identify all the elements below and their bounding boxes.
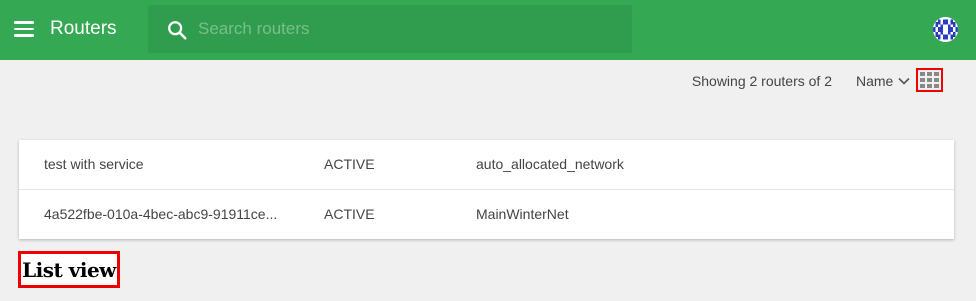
page-title: Routers — [50, 18, 117, 39]
view-caption: List view — [18, 251, 120, 288]
router-list: test with service ACTIVE auto_allocated_… — [19, 140, 954, 239]
chevron-down-icon — [898, 77, 910, 85]
router-status: ACTIVE — [324, 206, 375, 222]
grid-view-toggle[interactable] — [916, 68, 943, 92]
app-bar: Routers — [0, 0, 976, 60]
search-bar[interactable] — [148, 5, 632, 53]
search-input[interactable] — [198, 5, 618, 53]
sort-label: Name — [856, 73, 894, 89]
menu-icon[interactable] — [14, 21, 34, 39]
sort-dropdown[interactable]: Name — [856, 72, 910, 90]
search-icon — [168, 21, 187, 40]
router-name: 4a522fbe-010a-4bec-abc9-91911ce... — [44, 206, 278, 222]
table-row[interactable]: 4a522fbe-010a-4bec-abc9-91911ce... ACTIV… — [19, 189, 954, 238]
router-network: auto_allocated_network — [476, 156, 624, 172]
result-count: Showing 2 routers of 2 — [691, 73, 832, 89]
router-status: ACTIVE — [324, 156, 375, 172]
list-toolbar: Showing 2 routers of 2 Name — [0, 60, 976, 100]
avatar[interactable] — [933, 17, 958, 42]
router-network: MainWinterNet — [476, 206, 569, 222]
router-name: test with service — [44, 156, 144, 172]
identicon-avatar-icon — [933, 17, 958, 42]
grid-view-icon — [920, 72, 939, 88]
table-row[interactable]: test with service ACTIVE auto_allocated_… — [19, 140, 954, 189]
